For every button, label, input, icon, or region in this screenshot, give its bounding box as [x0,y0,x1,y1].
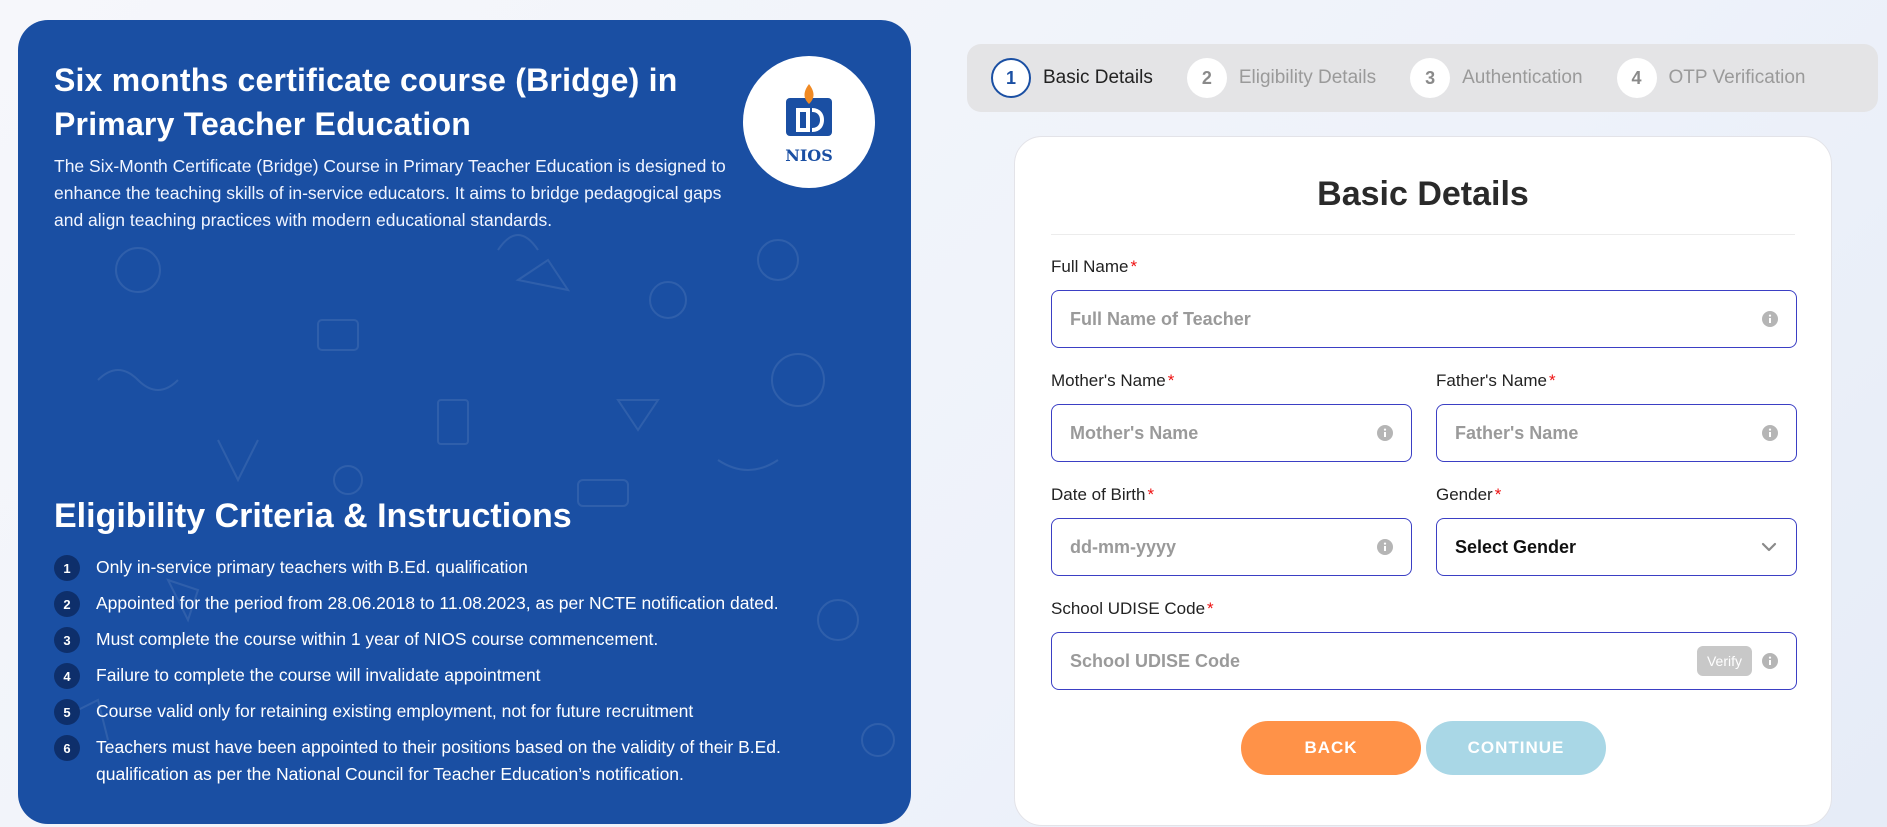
info-icon[interactable] [1377,539,1393,555]
full-name-label: Full Name * [1051,257,1137,277]
chevron-down-icon [1761,542,1777,552]
full-name-field[interactable] [1051,290,1797,348]
step-authentication[interactable]: 3 Authentication [1410,58,1583,98]
eligibility-item: 5 Course valid only for retaining existi… [54,699,854,725]
gender-label: Gender * [1436,485,1501,505]
info-icon[interactable] [1762,653,1778,669]
mother-name-label: Mother's Name * [1051,371,1174,391]
dob-label-text: Date of Birth [1051,485,1146,504]
required-marker: * [1207,599,1214,618]
dob-label: Date of Birth * [1051,485,1154,505]
course-title: Six months certificate course (Bridge) i… [54,62,678,142]
info-icon[interactable] [1762,311,1778,327]
eligibility-number: 3 [54,627,80,653]
step-eligibility-details[interactable]: 2 Eligibility Details [1186,58,1377,98]
udise-field[interactable]: Verify [1051,632,1797,690]
step-number: 2 [1186,58,1227,98]
mother-name-input[interactable] [1070,422,1377,444]
father-name-label: Father's Name * [1436,371,1556,391]
required-marker: * [1494,485,1502,504]
eligibility-text: Must complete the course within 1 year o… [96,629,659,649]
eligibility-item: 1 Only in-service primary teachers with … [54,555,854,581]
logo-text: NIOS [785,145,833,165]
required-marker: * [1147,485,1155,504]
eligibility-number: 5 [54,699,80,725]
eligibility-item: 3 Must complete the course within 1 year… [54,627,854,653]
eligibility-text: Course valid only for retaining existing… [96,701,694,721]
form-title: Basic Details [1051,175,1795,235]
step-number: 1 [991,58,1031,98]
full-name-label-text: Full Name [1051,257,1129,276]
required-marker: * [1548,371,1556,390]
required-marker: * [1130,257,1138,276]
back-button[interactable]: BACK [1241,721,1421,775]
father-name-field[interactable] [1436,404,1797,462]
eligibility-number: 4 [54,663,80,689]
info-icon[interactable] [1762,425,1778,441]
continue-button[interactable]: CONTINUE [1426,721,1606,775]
udise-input[interactable] [1070,650,1697,672]
step-label: Eligibility Details [1238,67,1377,88]
nios-logo: NIOS [743,56,875,188]
dob-input[interactable] [1070,536,1377,558]
registration-stepper: 1 Basic Details 2 Eligibility Details 3 … [967,44,1878,112]
mother-name-field[interactable] [1051,404,1412,462]
eligibility-text: Only in-service primary teachers with B.… [96,557,528,577]
course-info-panel: Six months certificate course (Bridge) i… [18,20,911,824]
required-marker: * [1167,371,1175,390]
eligibility-text: Failure to complete the course will inva… [96,665,541,685]
eligibility-number: 6 [54,735,80,761]
info-icon[interactable] [1377,425,1393,441]
nios-emblem-icon [786,83,832,136]
eligibility-text: Teachers must have been appointed to the… [96,737,781,784]
step-label: OTP Verification [1668,67,1806,88]
mother-name-label-text: Mother's Name [1051,371,1166,390]
gender-label-text: Gender [1436,485,1493,504]
eligibility-item: 2 Appointed for the period from 28.06.20… [54,591,854,617]
step-basic-details[interactable]: 1 Basic Details [991,58,1153,98]
udise-label: School UDISE Code * [1051,599,1214,619]
full-name-input[interactable] [1070,308,1762,330]
eligibility-number: 1 [54,555,80,581]
father-name-label-text: Father's Name [1436,371,1547,390]
dob-field[interactable] [1051,518,1412,576]
step-label: Basic Details [1043,67,1153,88]
step-number: 4 [1616,58,1657,98]
eligibility-item: 6 Teachers must have been appointed to t… [54,735,854,788]
udise-label-text: School UDISE Code [1051,599,1206,618]
gender-selected-value: Select Gender [1455,536,1577,557]
father-name-input[interactable] [1455,422,1762,444]
eligibility-list: 1 Only in-service primary teachers with … [54,555,854,798]
eligibility-item: 4 Failure to complete the course will in… [54,663,854,689]
step-number: 3 [1410,58,1451,98]
eligibility-number: 2 [54,591,80,617]
verify-button[interactable]: Verify [1696,646,1752,676]
step-label: Authentication [1462,67,1583,88]
eligibility-text: Appointed for the period from 28.06.2018… [96,593,779,613]
course-description: The Six-Month Certificate (Bridge) Cours… [54,156,726,230]
step-otp-verification[interactable]: 4 OTP Verification [1616,58,1806,98]
gender-select[interactable]: Select Gender [1436,518,1797,576]
eligibility-title: Eligibility Criteria & Instructions [54,497,572,535]
basic-details-form: Basic Details Full Name* Mother's Name* … [1014,136,1832,826]
